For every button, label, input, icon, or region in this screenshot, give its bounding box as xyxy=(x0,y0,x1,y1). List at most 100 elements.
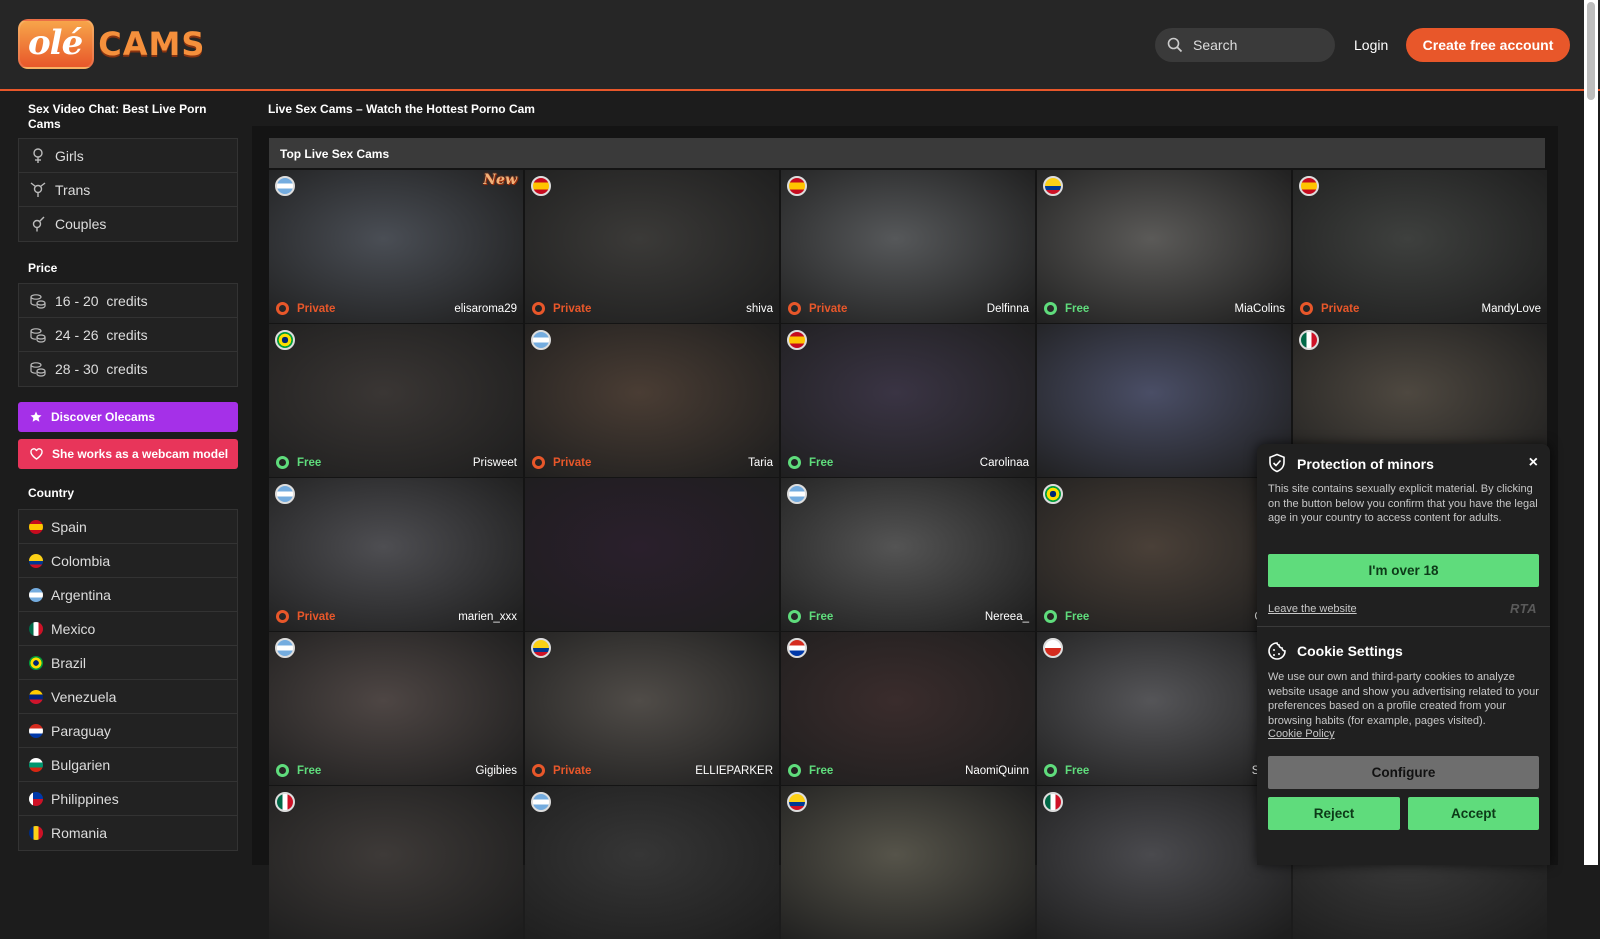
status-dot-icon xyxy=(788,302,801,315)
status-dot-icon xyxy=(276,610,289,623)
cam-thumbnail xyxy=(1293,170,1547,323)
sidebar-item-venezuela[interactable]: Venezuela xyxy=(19,680,237,714)
status-badge: Private xyxy=(276,302,335,315)
ar-flag-icon xyxy=(29,587,43,602)
minors-title: Protection of minors xyxy=(1297,456,1434,472)
rta-logo: RTA xyxy=(1509,601,1537,616)
cam-tile[interactable]: Private MandyLove xyxy=(1293,170,1547,323)
sidebar-item-label: Mexico xyxy=(51,620,96,637)
status-badge: Free xyxy=(276,764,321,777)
cam-tile[interactable] xyxy=(781,786,1035,939)
cam-tile[interactable]: Private marien_xxx xyxy=(269,478,523,631)
status-dot-icon xyxy=(1044,610,1057,623)
cam-tile[interactable] xyxy=(525,478,779,631)
cam-tile[interactable]: FreeGinge xyxy=(1037,478,1291,631)
status-badge: Free xyxy=(788,610,833,623)
cam-tile[interactable]: Private Delfinna xyxy=(781,170,1035,323)
accept-button[interactable]: Accept xyxy=(1408,797,1539,830)
cam-thumbnail xyxy=(1037,478,1291,631)
star-icon xyxy=(30,411,42,423)
cam-tile[interactable] xyxy=(1037,786,1291,939)
cam-tile[interactable] xyxy=(1037,324,1291,477)
login-link[interactable]: Login xyxy=(1354,37,1388,53)
sidebar-item-couples[interactable]: Couples xyxy=(19,207,237,241)
status-badge: Private xyxy=(788,302,847,315)
sidebar-item-spain[interactable]: Spain xyxy=(19,510,237,544)
status-label: Free xyxy=(1065,302,1090,315)
sidebar-item-paraguay[interactable]: Paraguay xyxy=(19,714,237,748)
site-header: olé CAMS Login Create free account xyxy=(0,0,1600,91)
cam-tile[interactable]: Private ELLIEPARKER xyxy=(525,632,779,785)
cam-tile[interactable] xyxy=(269,786,523,939)
status-dot-icon xyxy=(276,302,289,315)
cam-tile[interactable]: Free Gigibies xyxy=(269,632,523,785)
search-box[interactable] xyxy=(1155,28,1335,62)
cam-thumbnail xyxy=(781,478,1035,631)
cookie-policy-link[interactable]: Cookie Policy xyxy=(1268,728,1335,740)
sidebar-item-price-16-20[interactable]: 16 - 20 credits xyxy=(19,284,237,318)
es-flag-icon xyxy=(29,519,43,534)
cam-username: Gigibies xyxy=(475,765,517,777)
sidebar-item-mexico[interactable]: Mexico xyxy=(19,612,237,646)
sidebar-item-girls[interactable]: Girls xyxy=(19,139,237,173)
cam-tile[interactable] xyxy=(525,786,779,939)
discover-olecams-button[interactable]: Discover Olecams xyxy=(18,402,238,432)
cam-tile[interactable]: Private Taria xyxy=(525,324,779,477)
sidebar-item-romania[interactable]: Romania xyxy=(19,816,237,850)
sidebar-item-colombia[interactable]: Colombia xyxy=(19,544,237,578)
cam-username: marien_xxx xyxy=(458,611,517,623)
sidebar-item-label: Paraguay xyxy=(51,722,111,739)
configure-button[interactable]: Configure xyxy=(1268,756,1539,789)
cam-tile[interactable]: Private shiva xyxy=(525,170,779,323)
sidebar-item-bulgarien[interactable]: Bulgarien xyxy=(19,748,237,782)
page-scrollbar[interactable] xyxy=(1584,0,1598,865)
leave-website-link[interactable]: Leave the website xyxy=(1268,603,1357,615)
webcam-model-button[interactable]: She works as a webcam model xyxy=(18,439,238,469)
sidebar-item-price-24-26[interactable]: 24 - 26 credits xyxy=(19,318,237,352)
cam-tile[interactable]: Free Nereea_ xyxy=(781,478,1035,631)
search-icon xyxy=(1167,37,1183,53)
cam-thumbnail xyxy=(269,324,523,477)
search-input[interactable] xyxy=(1193,37,1323,53)
cam-thumbnail xyxy=(269,632,523,785)
cam-username: shiva xyxy=(746,303,773,315)
br-flag-icon xyxy=(29,655,43,670)
country-heading: Country xyxy=(28,486,74,500)
status-badge: Free xyxy=(788,764,833,777)
cam-username: NaomiQuinn xyxy=(965,765,1029,777)
coins-icon xyxy=(29,292,47,310)
status-label: Private xyxy=(1321,302,1360,315)
site-logo[interactable]: olé CAMS xyxy=(18,18,205,70)
status-label: Private xyxy=(553,456,592,469)
sidebar-item-trans[interactable]: Trans xyxy=(19,173,237,207)
cam-tile[interactable]: FreeSabrin xyxy=(1037,632,1291,785)
reject-button[interactable]: Reject xyxy=(1268,797,1400,830)
cl-flag-icon xyxy=(1043,638,1063,658)
cam-tile[interactable]: Free Prisweet xyxy=(269,324,523,477)
cam-tile[interactable]: Free MiaColins xyxy=(1037,170,1291,323)
sidebar-item-philippines[interactable]: Philippines xyxy=(19,782,237,816)
ve-flag-icon xyxy=(29,689,43,704)
sidebar-item-label: Philippines xyxy=(51,790,119,807)
status-dot-icon xyxy=(532,456,545,469)
scrollbar-thumb[interactable] xyxy=(1587,2,1595,100)
sidebar-item-argentina[interactable]: Argentina xyxy=(19,578,237,612)
cam-thumbnail xyxy=(525,632,779,785)
status-badge: Private xyxy=(1300,302,1359,315)
create-account-button[interactable]: Create free account xyxy=(1406,28,1570,62)
cam-tile[interactable]: Free Carolinaa xyxy=(781,324,1035,477)
sidebar-item-label: 28 - 30 credits xyxy=(55,361,148,377)
sidebar-item-label: Bulgarien xyxy=(51,756,111,773)
cam-tile[interactable]: New Private elisaroma29 xyxy=(269,170,523,323)
sidebar-item-brazil[interactable]: Brazil xyxy=(19,646,237,680)
over-18-button[interactable]: I'm over 18 xyxy=(1268,554,1539,587)
page-title: Live Sex Cams – Watch the Hottest Porno … xyxy=(268,102,535,116)
close-icon[interactable]: × xyxy=(1529,454,1538,472)
section-title: Top Live Sex Cams xyxy=(269,138,1545,168)
status-badge: Private xyxy=(532,456,591,469)
sidebar-item-price-28-30[interactable]: 28 - 30 credits xyxy=(19,352,237,386)
cam-tile[interactable]: Free NaomiQuinn xyxy=(781,632,1035,785)
cam-thumbnail xyxy=(1037,632,1291,785)
cam-thumbnail xyxy=(781,170,1035,323)
sidebar-item-label: 16 - 20 credits xyxy=(55,292,148,309)
